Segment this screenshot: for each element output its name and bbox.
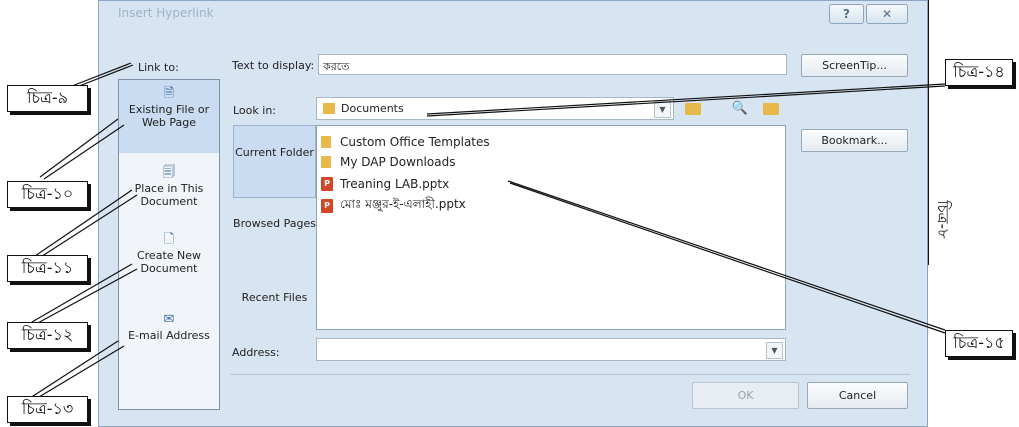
leader-line [426,83,946,115]
callout-fig-15: চিত্র-১৫ [945,330,1013,357]
figure-vertical-label: চিত্র-৮ [926,189,956,249]
callout-fig-11: চিত্র-১১ [7,255,88,282]
callout-fig-14: চিত্র-১৪ [945,59,1013,86]
leader-line [33,345,125,401]
callout-fig-13: চিত্র-১৩ [7,396,88,423]
leader-line [39,118,119,178]
callout-fig-9: চিত্র-৯ [7,85,88,112]
leader-line [43,124,125,180]
figure-vertical-label-text: চিত্র-৮ [933,199,952,239]
leader-line [507,180,946,331]
leader-line [426,85,946,117]
annotation-leader-lines [29,62,946,401]
leader-line [29,340,119,399]
leader-line [509,182,946,334]
callout-fig-12: চিত্র-১২ [7,322,88,349]
leader-line [71,62,132,87]
callout-fig-10: চিত্র-১০ [7,181,88,208]
